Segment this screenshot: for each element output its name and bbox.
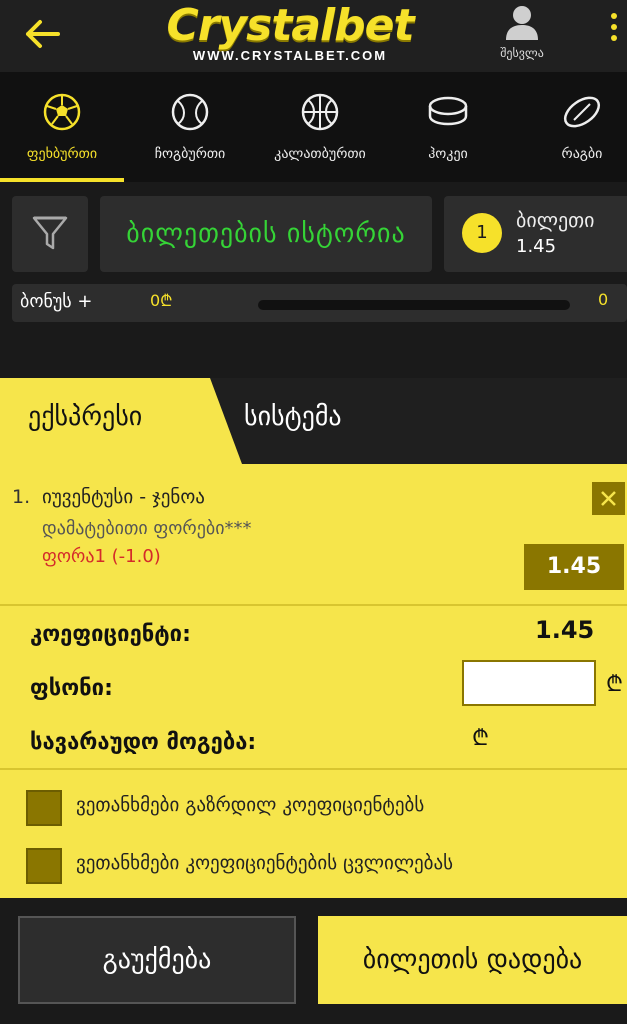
bonus-add-button[interactable]: ბონუს + [20,291,92,312]
agree-increase-checkbox[interactable] [26,790,62,826]
soccer-ball-icon [43,93,81,131]
remove-bet-button[interactable] [592,482,625,515]
ticket-history-button[interactable]: ბილეთების ისტორია [100,196,432,272]
rugby-ball-icon [563,96,601,128]
tab-rugby[interactable]: რაგბი [520,72,627,182]
tennis-ball-icon [171,93,209,131]
agree-increase-row: ვეთანხმები გაზრდილ კოეფიციენტებს [0,780,627,836]
coef-value: 1.45 [535,616,595,644]
stake-currency-icon: ₾ [606,672,623,697]
tab-football[interactable]: ფეხბურთი [0,72,124,182]
place-bet-button[interactable]: ბილეთის დადება [318,916,627,1004]
slip-tabs: ექსპრესი სისტემა [0,378,627,464]
crystalbet-logo[interactable]: Crystalbet WWW.CRYSTALBET.COM [140,2,440,66]
bet-market: დამატებითი ფორები*** [42,518,252,539]
funnel-icon [32,216,68,250]
ticket-count-badge: 1 [462,213,502,253]
slip-footer: გაუქმება ბილეთის დადება [0,898,627,1024]
bet-number: 1. [12,486,31,508]
ticket-odds: 1.45 [516,236,557,257]
hockey-puck-icon [428,96,468,126]
bonus-count: 0 [598,290,609,309]
filter-button[interactable] [12,196,88,272]
stake-label: ფსონი: [30,676,113,701]
more-menu-icon[interactable] [604,10,624,46]
win-currency-icon: ₾ [472,726,489,751]
potential-win-label: სავარაუდო მოგება: [30,730,257,755]
bet-slip: ექსპრესი სისტემა 1. იუვენტუსი - ჯენოა და… [0,378,627,898]
app-header: Crystalbet WWW.CRYSTALBET.COM შესვლა [0,0,627,72]
ticket-label: ბილეთი [516,208,595,232]
betting-toolbar: ბილეთების ისტორია 1 ბილეთი 1.45 ბონუს + … [0,182,627,332]
bet-odds[interactable]: 1.45 [524,544,624,590]
sports-nav: ფეხბურთი ჩოგბურთი კალათბურთი ჰოკეი რაგბი [0,72,627,182]
bet-pick: ფორა1 (-1.0) [42,546,161,567]
tab-hockey[interactable]: ჰოკეი [386,72,510,182]
bonus-amount: 0₾ [150,291,173,310]
bet-teams: იუვენტუსი - ჯენოა [42,486,205,508]
user-icon [506,6,538,40]
bonus-progress-bar [258,300,570,310]
tab-express[interactable]: ექსპრესი [0,378,250,464]
back-arrow-icon[interactable] [22,16,62,52]
login-label: შესვლა [500,46,544,60]
bonus-row: ბონუს + 0₾ 0 [12,284,627,322]
stake-input[interactable] [462,660,596,706]
bet-calculator: კოეფიციენტი: 1.45 ფსონი: ₾ სავარაუდო მოგ… [0,606,627,770]
basketball-icon [301,93,339,131]
agree-change-row: ვეთანხმები კოეფიციენტების ცვლილებას [0,838,627,894]
coef-label: კოეფიციენტი: [30,622,191,647]
close-icon [601,491,616,506]
agree-change-label: ვეთანხმები კოეფიციენტების ცვლილებას [76,852,454,874]
login-button[interactable]: შესვლა [490,4,554,64]
cancel-button[interactable]: გაუქმება [18,916,296,1004]
tab-basketball[interactable]: კალათბურთი [258,72,382,182]
agree-increase-label: ვეთანხმები გაზრდილ კოეფიციენტებს [76,794,425,816]
tab-system[interactable]: სისტემა [244,402,342,432]
agree-change-checkbox[interactable] [26,848,62,884]
bet-selection: 1. იუვენტუსი - ჯენოა დამატებითი ფორები**… [0,464,627,606]
ticket-button[interactable]: 1 ბილეთი 1.45 [444,196,627,272]
tab-tennis[interactable]: ჩოგბურთი [128,72,252,182]
